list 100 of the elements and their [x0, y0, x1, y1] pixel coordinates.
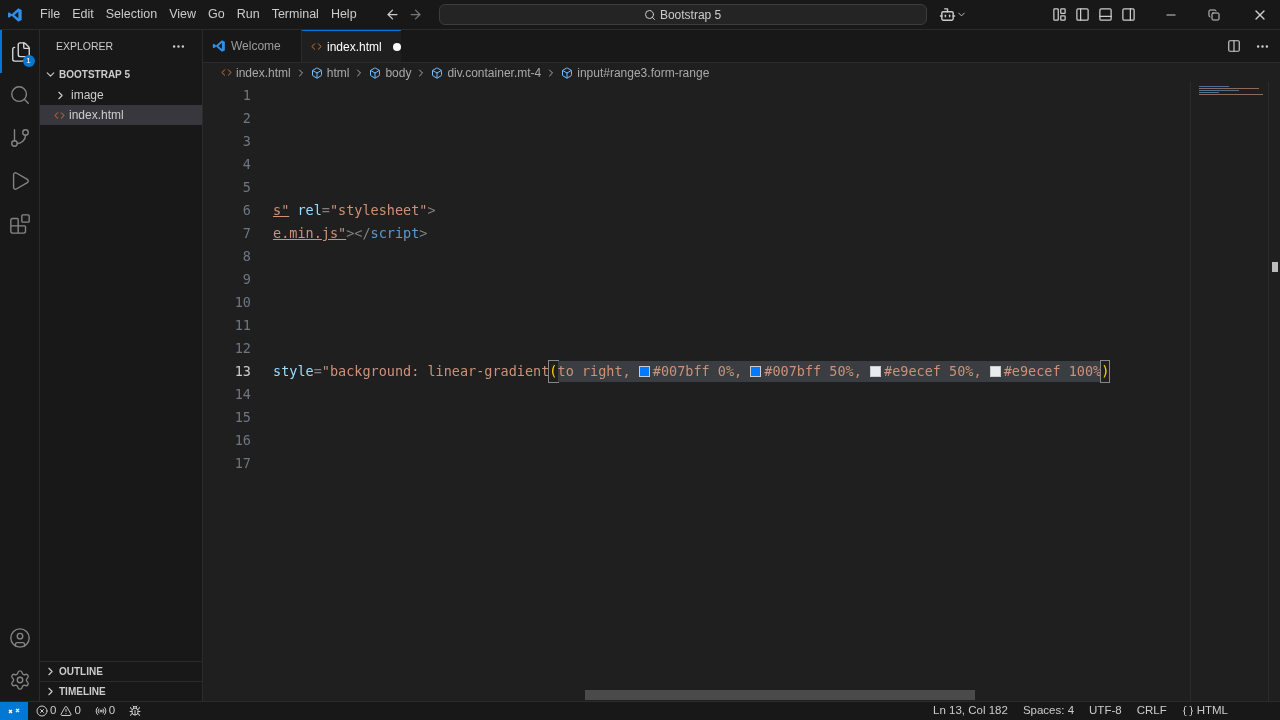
code-token: #007bff 0%, — [652, 362, 744, 382]
code-token: to right, — [557, 361, 639, 382]
color-swatch[interactable] — [870, 366, 881, 377]
scrollbar-thumb[interactable] — [585, 690, 975, 700]
layout-icon[interactable] — [1052, 7, 1067, 22]
indentation[interactable]: Spaces: 4 — [1022, 702, 1075, 720]
html-file-icon — [54, 109, 65, 121]
extensions-icon — [8, 212, 31, 235]
forward-icon[interactable] — [407, 7, 423, 22]
line-number: 8 — [241, 247, 251, 267]
element-icon — [561, 66, 574, 79]
line-number: 5 — [241, 178, 251, 198]
back-icon[interactable] — [384, 7, 400, 22]
command-center[interactable]: Bootstrap 5 — [438, 4, 927, 25]
menu-item[interactable]: Selection — [99, 5, 164, 24]
color-swatch[interactable] — [638, 366, 650, 377]
line-number: 2 — [241, 109, 251, 129]
element-icon — [310, 66, 323, 79]
code-token: > — [427, 201, 436, 221]
panel-title: TIMELINE — [59, 685, 106, 699]
code-token: script — [370, 224, 420, 244]
panel-header[interactable]: OUTLINE — [40, 661, 202, 681]
sidebar-title: EXPLORER — [56, 38, 114, 54]
line-number: 4 — [241, 155, 251, 175]
breadcrumb[interactable]: div.container.mt-4 — [447, 63, 542, 82]
error-count[interactable]: 0 — [50, 702, 57, 720]
file-name: image — [71, 87, 104, 104]
line-number: 16 — [233, 431, 251, 451]
vertical-scrollbar[interactable] — [1268, 82, 1280, 701]
html-file-icon — [311, 41, 322, 52]
code-token: = — [321, 201, 330, 221]
branch-icon — [8, 126, 31, 149]
color-swatch[interactable] — [989, 366, 1001, 377]
code-token: e.min.js" — [273, 224, 347, 244]
menu-item[interactable]: File — [34, 5, 67, 24]
breadcrumb[interactable]: input#range3.form-range — [577, 63, 710, 82]
code-token: #007bff 50%, — [764, 362, 863, 382]
code-token: s" — [273, 201, 290, 221]
code-token: ></ — [346, 224, 371, 244]
code-token: rel — [296, 201, 322, 221]
logo-icon — [212, 39, 226, 53]
line-number: 12 — [233, 339, 251, 359]
menu-item[interactable]: Run — [230, 5, 266, 24]
encoding[interactable]: UTF-8 — [1089, 702, 1122, 720]
line-number: 14 — [233, 385, 251, 405]
antenna-icon[interactable] — [94, 705, 107, 717]
search-icon — [8, 83, 31, 106]
split-editor-icon[interactable] — [1227, 39, 1241, 53]
restore-icon[interactable] — [1208, 8, 1220, 21]
line-number: 1 — [241, 86, 251, 106]
line-number: 10 — [233, 293, 251, 313]
cursor-position[interactable]: Ln 13, Col 182 — [933, 702, 1008, 720]
line-ending[interactable]: CRLF — [1136, 702, 1167, 720]
file-tree-item[interactable]: image — [40, 85, 202, 105]
line-number: 13 — [233, 362, 251, 382]
line-number: 6 — [241, 201, 251, 221]
panel-toggle-icon[interactable] — [1098, 7, 1113, 22]
search-icon — [643, 8, 656, 21]
ports-count[interactable]: 0 — [108, 702, 116, 720]
notification-badge: 1 — [22, 55, 35, 67]
menu-item[interactable]: Edit — [66, 5, 100, 24]
robot-icon[interactable] — [938, 6, 956, 23]
language-mode[interactable]: HTML — [1196, 702, 1228, 720]
line-number: 11 — [233, 316, 251, 336]
code-token: "stylesheet" — [329, 201, 428, 221]
menu-item[interactable]: Help — [324, 5, 363, 24]
line-number: 17 — [233, 454, 251, 474]
folder-name: BOOTSTRAP 5 — [59, 67, 130, 82]
element-icon — [431, 66, 444, 79]
file-tree-item[interactable]: index.html — [40, 105, 202, 125]
line-number: 3 — [241, 132, 251, 152]
debug-icon[interactable] — [129, 705, 142, 717]
command-center-text: Bootstrap 5 — [659, 6, 722, 24]
warning-count[interactable]: 0 — [74, 702, 81, 720]
line-number: 15 — [233, 408, 251, 428]
error-icon[interactable] — [36, 705, 48, 717]
menu-item[interactable]: View — [163, 5, 202, 24]
logo-icon — [7, 6, 23, 23]
scrollbar-thumb[interactable] — [1271, 262, 1278, 272]
code-token: = — [313, 362, 322, 382]
line-number: 9 — [241, 270, 251, 290]
braces-icon[interactable] — [1181, 705, 1194, 717]
settings-icon[interactable] — [8, 669, 31, 691]
menu-item[interactable]: Go — [202, 5, 231, 24]
breadcrumb[interactable]: html — [326, 63, 350, 82]
warning-icon[interactable] — [60, 705, 73, 717]
secondary-sidebar-icon[interactable] — [1121, 7, 1136, 22]
remote-button[interactable] — [0, 702, 28, 720]
breadcrumb[interactable]: body — [385, 63, 412, 82]
line-number: 7 — [241, 224, 251, 244]
sidebar-toggle-icon[interactable] — [1075, 7, 1090, 22]
breadcrumb[interactable]: index.html — [236, 63, 291, 82]
folder-header[interactable]: BOOTSTRAP 5 — [40, 63, 202, 85]
color-swatch[interactable] — [750, 366, 762, 377]
editor-tab[interactable]: index.html — [302, 30, 401, 62]
account-icon[interactable] — [8, 627, 31, 649]
file-name: index.html — [69, 107, 124, 124]
element-icon — [369, 66, 382, 79]
menu-item[interactable]: Terminal — [265, 5, 325, 24]
code-token: > — [419, 224, 428, 244]
